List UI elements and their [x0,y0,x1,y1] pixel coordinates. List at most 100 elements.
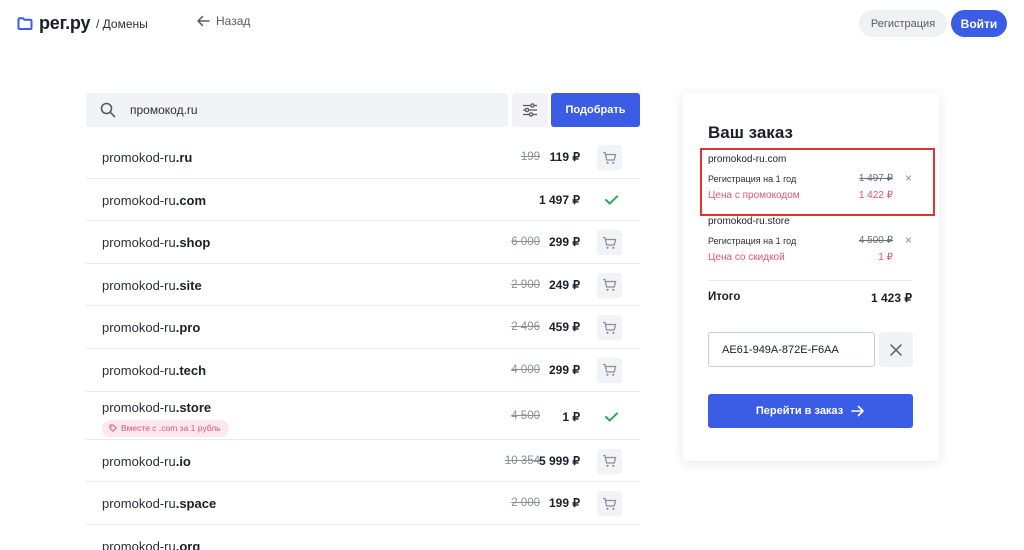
checkout-button[interactable]: Перейти в заказ [708,394,913,428]
domain-row: promokod-ru.shop 6 000 299 ₽ [86,221,640,264]
domain-row: promokod-ru.io 10 354 5 999 ₽ [86,440,640,483]
order-item-registration-label: Регистрация на 1 год [708,174,797,184]
total-value: 1 423 ₽ [871,291,912,305]
add-to-cart-button[interactable] [597,272,622,298]
domain-base: promokod-ru [102,235,176,251]
search-query: промокод.ru [130,103,198,117]
domain-old-price: 4 500 [511,409,540,422]
domain-row: promokod-ru.ru 199 119 ₽ [86,136,640,179]
domain-name: promokod-ru.site [102,278,202,293]
domain-price: 1 ₽ [562,409,580,424]
domain-tld: .space [175,496,217,512]
cart-icon [603,364,617,377]
promo-badge-text: Вместе с .com за 1 рубль [121,423,221,434]
pick-domains-button[interactable]: Подобрать [551,93,640,127]
domain-name: promokod-ru.io [102,454,191,469]
domain-row: promokod-ru.org [86,525,640,550]
add-to-cart-button[interactable] [597,448,622,474]
domain-name: promokod-ru.store [102,400,211,415]
domain-old-price: 199 [520,151,540,163]
added-indicator[interactable] [605,192,618,210]
order-item-promo-price: 1 422 ₽ [858,190,893,201]
domain-base: promokod-ru [102,399,176,415]
clear-promo-button[interactable] [879,332,913,367]
domain-name: promokod-ru.shop [102,235,210,250]
domain-price: 1 497 ₽ [539,192,580,207]
breadcrumb[interactable]: / Домены [96,17,148,31]
domain-price: 249 ₽ [549,277,580,292]
add-to-cart-button[interactable] [597,315,622,341]
domain-tld: .store [175,399,212,415]
login-button[interactable]: Войти [951,10,1007,37]
cart-icon [603,321,617,334]
domain-old-price: 4 000 [511,363,540,376]
cart-icon [603,236,617,249]
order-item-discount-label: Цена со скидкой [708,252,785,263]
domain-tld: .site [175,277,202,293]
domain-name: promokod-ru.space [102,496,216,511]
add-to-cart-button[interactable] [597,491,622,517]
cart-icon [603,151,617,164]
search-icon [100,102,116,118]
cart-icon [603,279,617,292]
domain-old-price: 2 496 [511,321,540,334]
domain-base: promokod-ru [102,192,176,208]
domain-price: 5 999 ₽ [539,453,580,468]
domain-tld: .pro [175,320,201,336]
cart-icon [603,454,617,467]
added-indicator[interactable] [605,409,618,427]
domain-base: promokod-ru [102,277,176,293]
promo-badge: Вместе с .com за 1 рубль [102,419,229,437]
domain-name: promokod-ru.tech [102,363,206,378]
order-item-domain: promokod-ru.com [708,154,787,165]
order-item-promo-label: Цена с промокодом [708,190,800,201]
domain-old-price: 2 000 [511,497,540,510]
filter-button[interactable] [512,93,548,127]
domain-name: promokod-ru.pro [102,320,200,335]
domain-row: promokod-ru.pro 2 496 459 ₽ [86,306,640,349]
remove-item-icon[interactable]: × [905,233,912,247]
add-to-cart-button[interactable] [597,357,622,383]
add-to-cart-button[interactable] [597,145,622,170]
domain-tld: .com [175,192,207,208]
domain-results-list: promokod-ru.ru 199 119 ₽ promokod-ru.com 1 4… [86,136,640,550]
domain-row: promokod-ru.tech 4 000 299 ₽ [86,349,640,392]
order-item-discount-price: 1 ₽ [878,252,893,263]
domain-base: promokod-ru [102,538,176,550]
domain-tld: .shop [175,235,211,251]
order-title: Ваш заказ [708,123,793,142]
back-label: Назад [216,14,251,28]
domain-price: 299 ₽ [549,362,580,377]
filter-sliders-icon [523,103,537,117]
domain-tld: .ru [175,150,193,165]
domain-base: promokod-ru [102,496,176,512]
add-to-cart-button[interactable] [597,230,622,256]
domain-search-input[interactable]: промокод.ru [86,93,508,127]
tag-icon [109,424,117,432]
domain-price: 299 ₽ [549,235,580,250]
divider [708,280,912,281]
order-item-registration-label: Регистрация на 1 год [708,236,797,246]
close-icon [890,343,902,356]
total-label: Итого [708,291,741,303]
domain-row: promokod-ru.com 1 497 ₽ [86,179,640,222]
logo[interactable]: рег.ру [17,13,90,34]
cart-icon [603,497,617,510]
domain-price: 459 ₽ [549,320,580,335]
order-item-old-price: 4 500 ₽ [858,235,893,246]
domain-row: promokod-ru.space 2 000 199 ₽ [86,482,640,525]
domain-base: promokod-ru [102,362,176,378]
back-link[interactable]: Назад [196,14,250,28]
promo-code-input[interactable]: AE61-949A-872E-F6AA [708,332,875,367]
domain-price: 199 ₽ [549,496,580,511]
register-button[interactable]: Регистрация [859,10,947,37]
domain-old-price: 2 900 [511,278,540,291]
check-icon [605,194,618,205]
domain-tld: .tech [175,362,207,378]
remove-item-icon[interactable]: × [905,171,912,185]
logo-text: рег.ру [39,13,91,33]
domain-tld: .org [175,538,201,550]
domain-base: promokod-ru [102,150,176,165]
order-item-domain: promokod-ru.store [708,216,790,227]
folder-icon [17,17,33,30]
